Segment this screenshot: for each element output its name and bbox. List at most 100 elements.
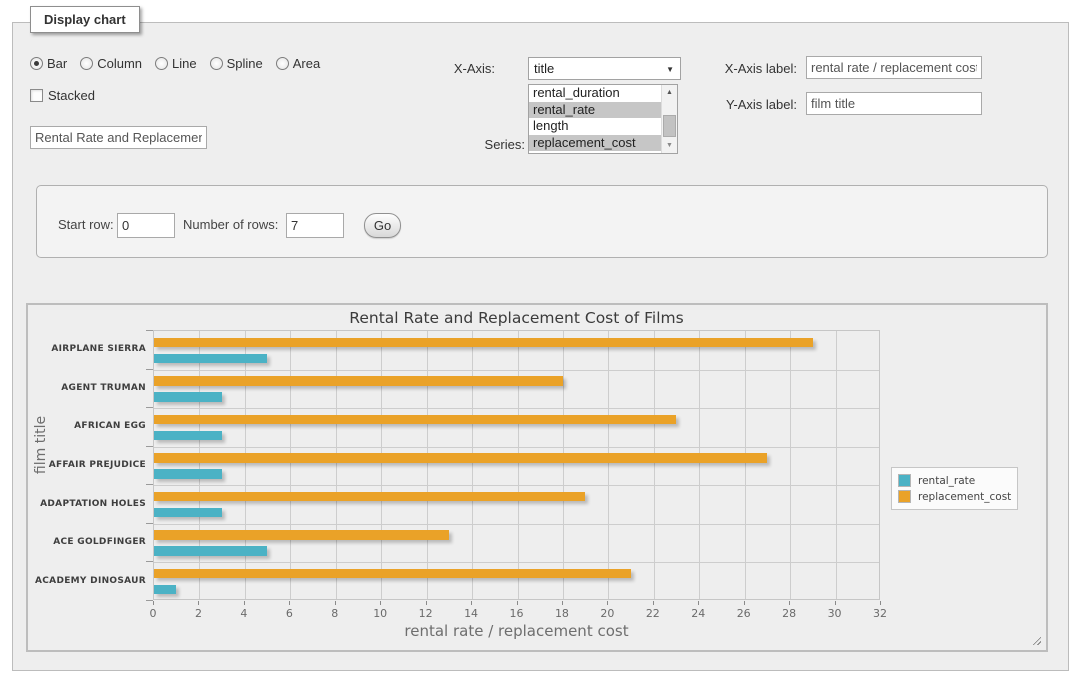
scrollbar-thumb[interactable] xyxy=(663,115,676,137)
y-axis-tick xyxy=(146,561,153,562)
x-axis-label-input[interactable] xyxy=(806,56,982,79)
chart-type-spline[interactable]: Spline xyxy=(210,56,263,71)
y-axis-tick xyxy=(146,369,153,370)
stacked-label: Stacked xyxy=(48,88,95,103)
x-axis-tick xyxy=(744,601,745,605)
gridline-horizontal xyxy=(154,447,879,448)
bar-rental_rate xyxy=(154,354,267,364)
x-tick-label: 0 xyxy=(150,607,157,620)
gridline-vertical xyxy=(836,331,837,599)
x-tick-label: 12 xyxy=(419,607,433,620)
bar-replacement_cost xyxy=(154,338,813,348)
gridline-vertical xyxy=(563,331,564,599)
gridline-horizontal xyxy=(154,408,879,409)
x-axis-tick xyxy=(244,601,245,605)
number-of-rows-input[interactable] xyxy=(286,213,344,238)
dropdown-arrow-icon[interactable]: ▼ xyxy=(666,65,674,74)
legend-entry: rental_rate xyxy=(898,474,1011,487)
x-tick-label: 16 xyxy=(510,607,524,620)
chart-title-input[interactable] xyxy=(30,126,207,149)
gridline-vertical xyxy=(381,331,382,599)
chart-type-label: Bar xyxy=(47,56,67,71)
x-tick-label: 6 xyxy=(286,607,293,620)
x-axis-tick xyxy=(380,601,381,605)
scroll-down-icon[interactable]: ▼ xyxy=(662,138,677,153)
chart-type-label: Line xyxy=(172,56,197,71)
x-tick-label: 22 xyxy=(646,607,660,620)
x-axis-tick xyxy=(653,601,654,605)
chart-type-label: Area xyxy=(293,56,320,71)
legend-label: rental_rate xyxy=(918,475,975,487)
bar-rental_rate xyxy=(154,508,222,518)
series-option-length[interactable]: length xyxy=(529,118,661,135)
x-tick-label: 10 xyxy=(373,607,387,620)
gridline-horizontal xyxy=(154,370,879,371)
x-axis-tick xyxy=(335,601,336,605)
category-label: ADAPTATION HOLES xyxy=(32,484,146,523)
gridline-vertical xyxy=(790,331,791,599)
chart-type-radiogroup: Bar Column Line Spline Area xyxy=(30,56,320,71)
x-axis-select[interactable]: title ▼ xyxy=(528,57,681,80)
series-listbox[interactable]: rental_durationrental_ratelengthreplacem… xyxy=(528,84,678,154)
legend-entry: replacement_cost xyxy=(898,490,1011,503)
chart-type-line[interactable]: Line xyxy=(155,56,197,71)
resize-grip-icon[interactable] xyxy=(1030,634,1041,645)
series-option-replacement_cost[interactable]: replacement_cost xyxy=(529,135,661,152)
bar-replacement_cost xyxy=(154,376,563,386)
chart-type-column[interactable]: Column xyxy=(80,56,142,71)
x-axis-tick xyxy=(789,601,790,605)
x-tick-label: 8 xyxy=(331,607,338,620)
gridline-vertical xyxy=(427,331,428,599)
scrollbar[interactable]: ▲ ▼ xyxy=(661,85,677,153)
gridline-horizontal xyxy=(154,562,879,563)
start-row-input[interactable] xyxy=(117,213,175,238)
gridline-vertical xyxy=(245,331,246,599)
chart-legend: rental_rate replacement_cost xyxy=(891,467,1018,510)
chart-container: Rental Rate and Replacement Cost of Film… xyxy=(26,303,1048,652)
radio-icon[interactable] xyxy=(80,57,93,70)
start-row-label: Start row: xyxy=(58,217,114,232)
rows-panel: Start row: Number of rows: Go xyxy=(36,185,1048,258)
series-select-label: Series: xyxy=(450,137,525,152)
x-axis-tick xyxy=(517,601,518,605)
y-axis-label-input[interactable] xyxy=(806,92,982,115)
gridline-vertical xyxy=(654,331,655,599)
gridline-vertical xyxy=(745,331,746,599)
bar-replacement_cost xyxy=(154,530,449,540)
radio-icon[interactable] xyxy=(276,57,289,70)
y-axis-tick xyxy=(146,484,153,485)
x-axis-tick xyxy=(198,601,199,605)
x-tick-label: 2 xyxy=(195,607,202,620)
x-axis-select-value: title xyxy=(534,61,554,76)
x-axis-label-field-label: X-Axis label: xyxy=(712,61,797,76)
bar-replacement_cost xyxy=(154,453,767,463)
y-axis-tick xyxy=(146,446,153,447)
go-button[interactable]: Go xyxy=(364,213,401,238)
y-axis-tick xyxy=(146,600,153,601)
panel-title: Display chart xyxy=(30,6,140,33)
x-tick-label: 4 xyxy=(240,607,247,620)
chart-type-area[interactable]: Area xyxy=(276,56,320,71)
gridline-vertical xyxy=(699,331,700,599)
x-axis-tick xyxy=(471,601,472,605)
chart-type-bar[interactable]: Bar xyxy=(30,56,67,71)
radio-icon[interactable] xyxy=(30,57,43,70)
radio-icon[interactable] xyxy=(210,57,223,70)
x-axis-tick xyxy=(289,601,290,605)
gridline-vertical xyxy=(336,331,337,599)
bar-rental_rate xyxy=(154,546,267,556)
series-option-rental_duration[interactable]: rental_duration xyxy=(529,85,661,102)
chart-plot-area xyxy=(153,330,880,600)
y-axis-label-field-label: Y-Axis label: xyxy=(712,97,797,112)
scroll-up-icon[interactable]: ▲ xyxy=(662,85,677,100)
x-tick-label: 28 xyxy=(782,607,796,620)
chart-type-label: Spline xyxy=(227,56,263,71)
stacked-checkbox[interactable]: Stacked xyxy=(30,88,95,103)
radio-icon[interactable] xyxy=(155,57,168,70)
series-option-rental_rate[interactable]: rental_rate xyxy=(529,102,661,119)
category-label: AFRICAN EGG xyxy=(32,407,146,446)
category-label: AFFAIR PREJUDICE xyxy=(32,446,146,485)
category-label: AGENT TRUMAN xyxy=(32,369,146,408)
checkbox-icon[interactable] xyxy=(30,89,43,102)
gridline-vertical xyxy=(472,331,473,599)
